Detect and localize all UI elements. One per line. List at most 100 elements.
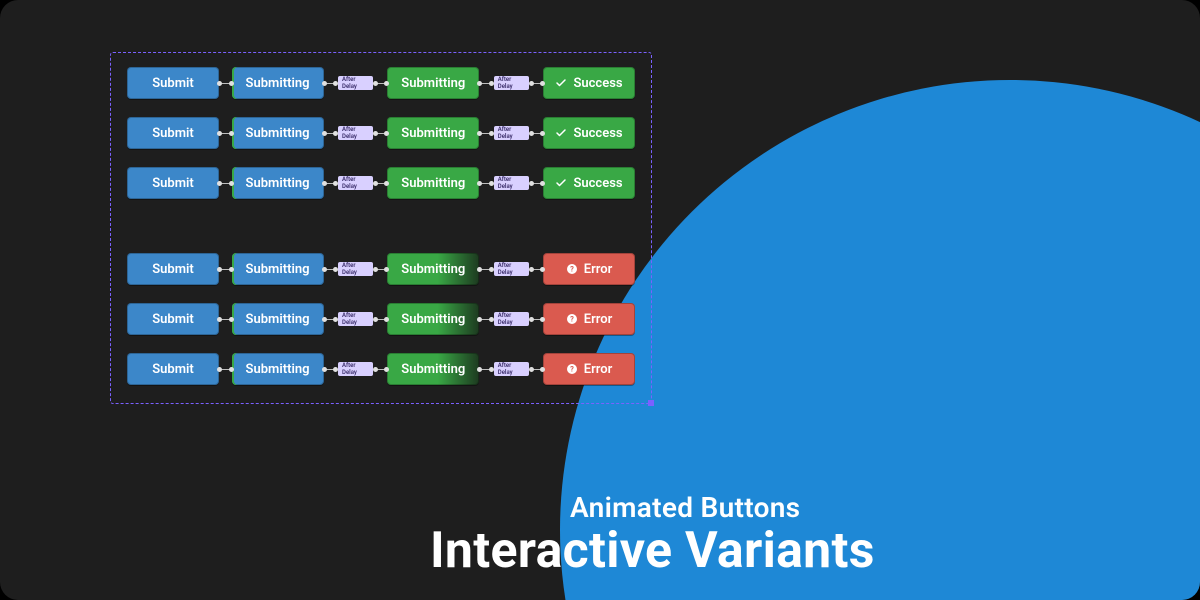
connector [531,83,544,84]
check-icon [555,77,567,89]
button-label: Submitting [246,262,310,277]
submit-button[interactable]: Submit [127,117,219,149]
connector [375,319,388,320]
delay-chip[interactable]: After Delay [494,176,529,190]
check-icon [555,177,567,189]
variant-row[interactable]: Submit Submitting After Delay Submitting… [127,303,635,335]
button-label: Submit [152,312,194,327]
connector [375,183,388,184]
connector [479,133,492,134]
svg-text:?: ? [570,265,574,274]
button-label: Submit [152,126,194,141]
help-circle-icon: ? [566,313,578,325]
submitting-button[interactable]: Submitting [232,167,324,199]
success-button[interactable]: Success [543,67,635,99]
submitting-button-green[interactable]: Submitting [387,167,479,199]
button-label: Submitting [401,262,465,277]
connector [375,83,388,84]
connector [531,183,544,184]
submitting-button-green[interactable]: Submitting [387,117,479,149]
connector [324,269,337,270]
delay-chip[interactable]: After Delay [494,76,529,90]
submit-button[interactable]: Submit [127,253,219,285]
connector [219,269,232,270]
delay-chip[interactable]: After Delay [338,76,373,90]
delay-chip[interactable]: After Delay [338,262,373,276]
button-label: Submitting [401,126,465,141]
button-label: Success [573,76,622,91]
submitting-button[interactable]: Submitting [232,117,324,149]
submitting-button[interactable]: Submitting [232,303,324,335]
submitting-button[interactable]: Submitting [232,353,324,385]
connector [219,83,232,84]
connector [479,319,492,320]
variant-row[interactable]: Submit Submitting After Delay Submitting… [127,117,635,149]
connector [531,369,544,370]
button-label: Submit [152,76,194,91]
connector [324,83,337,84]
design-canvas[interactable]: Submit Submitting After Delay Submitting… [0,0,1200,600]
error-button[interactable]: ? Error [543,353,635,385]
submit-button[interactable]: Submit [127,353,219,385]
title: Interactive Variants [430,522,875,580]
cover-titles: Animated Buttons Interactive Variants [430,491,875,580]
subtitle: Animated Buttons [430,491,875,524]
connector [219,319,232,320]
delay-chip[interactable]: After Delay [338,126,373,140]
button-label: Submitting [401,176,465,191]
submitting-button[interactable]: Submitting [232,253,324,285]
button-label: Submitting [246,312,310,327]
connector [324,369,337,370]
connector [531,133,544,134]
connector [324,133,337,134]
button-label: Submit [152,176,194,191]
submit-button[interactable]: Submit [127,303,219,335]
submitting-button[interactable]: Submitting [232,67,324,99]
svg-text:?: ? [570,315,574,324]
delay-chip[interactable]: After Delay [338,176,373,190]
success-button[interactable]: Success [543,167,635,199]
variant-row[interactable]: Submit Submitting After Delay Submitting… [127,67,635,99]
delay-chip[interactable]: After Delay [494,312,529,326]
delay-chip[interactable]: After Delay [494,126,529,140]
variant-row[interactable]: Submit Submitting After Delay Submitting… [127,253,635,285]
connector [375,133,388,134]
button-label: Submit [152,362,194,377]
connector [479,269,492,270]
button-label: Submitting [246,362,310,377]
check-icon [555,127,567,139]
variant-row[interactable]: Submit Submitting After Delay Submitting… [127,167,635,199]
delay-chip[interactable]: After Delay [494,262,529,276]
connector [531,319,544,320]
help-circle-icon: ? [566,263,578,275]
submit-button[interactable]: Submit [127,167,219,199]
submitting-button-green[interactable]: Submitting [387,67,479,99]
error-button[interactable]: ? Error [543,253,635,285]
svg-text:?: ? [570,365,574,374]
button-label: Submitting [246,126,310,141]
connector [375,269,388,270]
submit-button[interactable]: Submit [127,67,219,99]
success-button[interactable]: Success [543,117,635,149]
button-label: Submitting [401,362,465,377]
error-button[interactable]: ? Error [543,303,635,335]
button-label: Error [584,262,613,277]
connector [479,83,492,84]
connector [219,183,232,184]
button-label: Error [584,312,613,327]
button-label: Error [584,362,613,377]
variant-row[interactable]: Submit Submitting After Delay Submitting… [127,353,635,385]
button-label: Success [573,126,622,141]
delay-chip[interactable]: After Delay [338,362,373,376]
component-frame[interactable]: Submit Submitting After Delay Submitting… [110,52,652,404]
submitting-button-mixed[interactable]: Submitting [387,303,479,335]
submitting-button-mixed[interactable]: Submitting [387,353,479,385]
connector [219,133,232,134]
delay-chip[interactable]: After Delay [494,362,529,376]
button-label: Submitting [246,176,310,191]
button-label: Submitting [401,76,465,91]
submitting-button-mixed[interactable]: Submitting [387,253,479,285]
delay-chip[interactable]: After Delay [338,312,373,326]
connector [375,369,388,370]
help-circle-icon: ? [566,363,578,375]
